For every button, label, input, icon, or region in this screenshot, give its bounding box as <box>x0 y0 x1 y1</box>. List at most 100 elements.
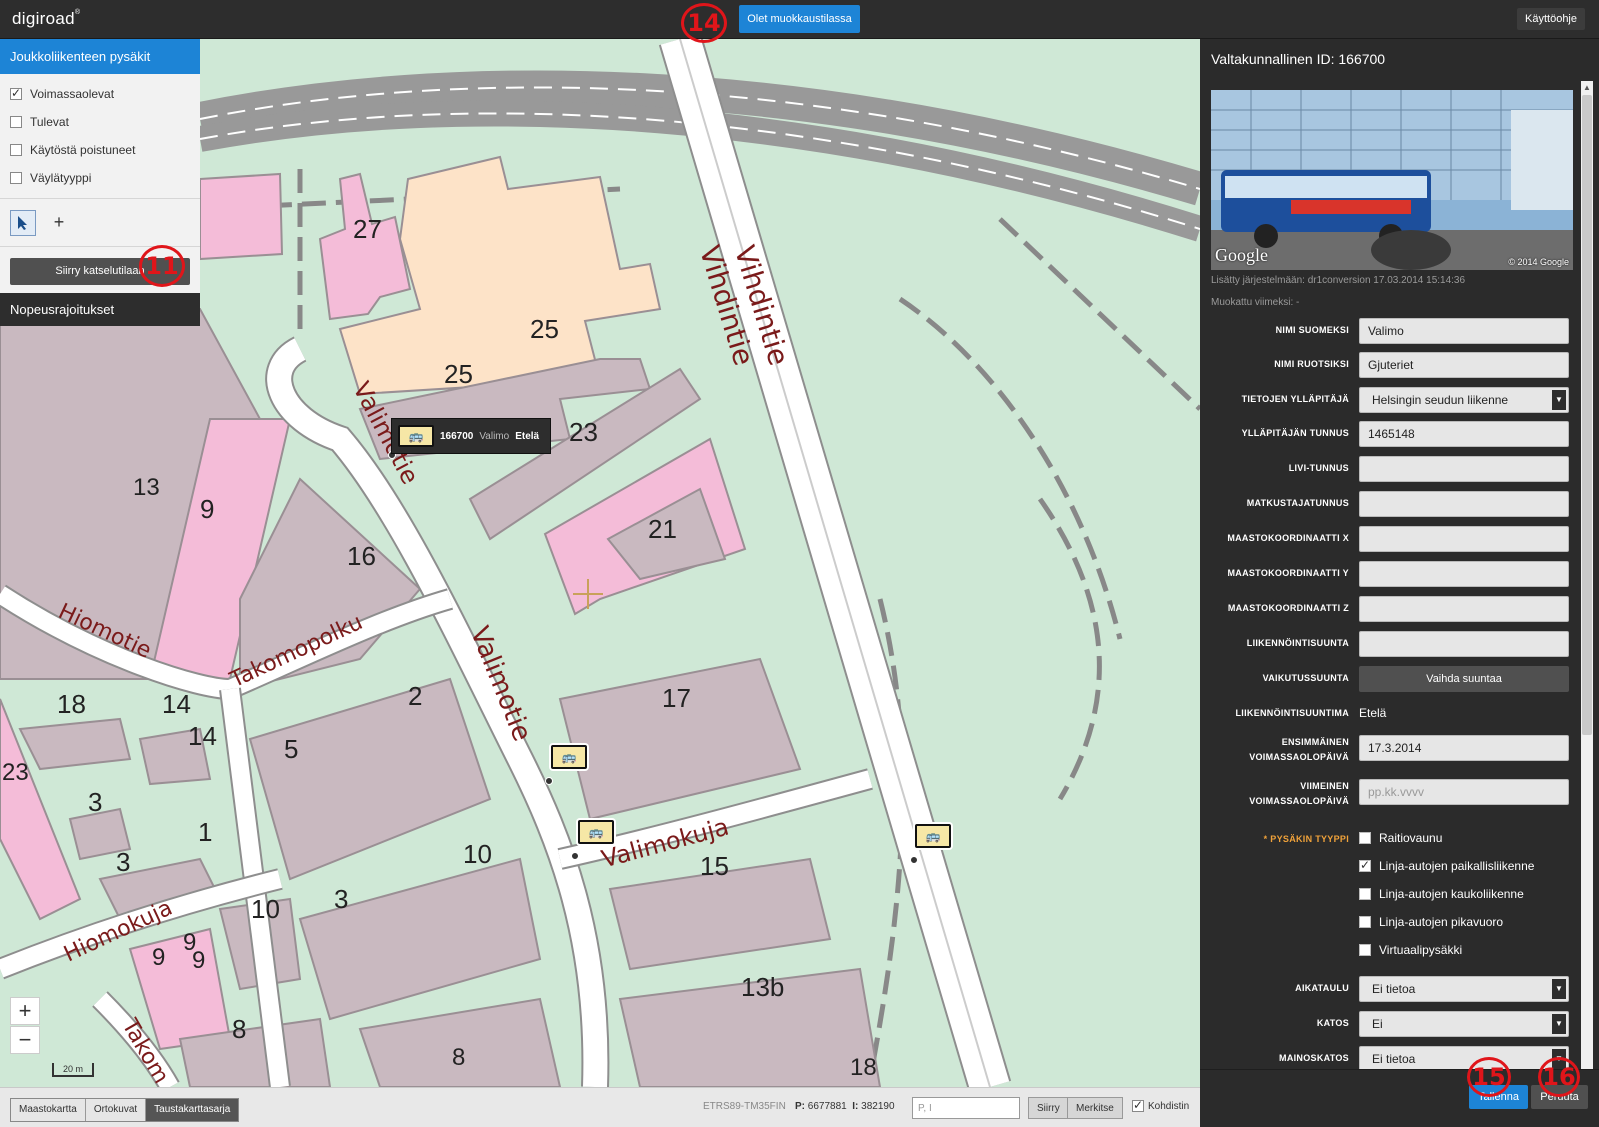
option-label: Linja-autojen pikavuoro <box>1379 915 1504 929</box>
option-label: Virtuaalipysäkki <box>1379 943 1463 957</box>
select-arrow-icon[interactable] <box>10 209 36 236</box>
house-number: 16 <box>347 541 376 571</box>
move-to-button[interactable]: Siirry <box>1028 1097 1069 1119</box>
stop-type-option[interactable]: Linja-autojen pikavuoro <box>1359 915 1503 929</box>
select-value: Ei tietoa <box>1372 1052 1416 1066</box>
checkbox[interactable] <box>10 86 22 100</box>
stop-name: Valimo <box>479 430 510 442</box>
house-number: 9 <box>192 947 206 974</box>
basemap-background-button[interactable]: Taustakarttasarja <box>146 1099 239 1121</box>
chevron-down-icon[interactable]: ▼ <box>1552 1014 1566 1034</box>
coord-y-input[interactable] <box>1359 561 1569 587</box>
stop-type-option[interactable]: Linja-autojen kaukoliikenne <box>1359 887 1524 901</box>
house-number: 10 <box>463 839 492 869</box>
coord-p-label: P: <box>795 1101 805 1112</box>
chevron-down-icon[interactable]: ▼ <box>1552 390 1566 410</box>
basemap-switcher: Maastokartta Ortokuvat Taustakarttasarja <box>10 1098 240 1122</box>
checkbox[interactable] <box>1132 1098 1144 1112</box>
last-valid-date-input[interactable]: pp.kk.vvvv <box>1359 779 1569 805</box>
layer-filter-list: Voimassaolevat Tulevat Käytöstä poistune… <box>0 74 200 198</box>
stop-dot <box>571 852 579 860</box>
house-number: 13 <box>133 474 160 501</box>
field-label: * PYSÄKIN TYYPPI <box>1189 832 1349 847</box>
layer-filter-label: Voimassaolevat <box>30 87 115 101</box>
house-number: 25 <box>530 314 559 344</box>
passenger-id-input[interactable] <box>1359 491 1569 517</box>
layer-filter-road-type[interactable]: Väylätyyppi <box>0 164 200 192</box>
scroll-up-icon[interactable]: ▲ <box>1583 83 1591 92</box>
name-sv-input[interactable]: Gjuteriet <box>1359 352 1569 378</box>
add-point-icon[interactable]: + <box>46 210 72 236</box>
checkbox[interactable] <box>10 172 22 184</box>
field-label-text: PYSÄKIN TYYPPI <box>1270 834 1349 844</box>
first-valid-date-input[interactable]: 17.3.2014 <box>1359 735 1569 761</box>
stop-type-option[interactable]: Virtuaalipysäkki <box>1359 943 1462 957</box>
maintainer-select[interactable]: Helsingin seudun liikenne ▼ <box>1359 387 1569 413</box>
bus-stop-icon[interactable]: 🚌 <box>915 824 951 848</box>
edit-mode-indicator[interactable]: Olet muokkaustilassa <box>739 5 860 33</box>
top-bar: digiroad® Olet muokkaustilassa Käyttöohj… <box>0 0 1599 39</box>
crosshair-toggle[interactable]: Kohdistin <box>1132 1098 1189 1112</box>
help-button[interactable]: Käyttöohje <box>1517 8 1585 30</box>
speed-limits-layer[interactable]: Nopeusrajoitukset <box>0 293 200 326</box>
scale-bar: 20 m <box>52 1063 94 1077</box>
basemap-terrain-button[interactable]: Maastokartta <box>11 1099 86 1121</box>
stop-type-option[interactable]: Raitiovaunu <box>1359 831 1442 845</box>
house-number: 27 <box>353 214 382 244</box>
callout-marker: 15 <box>1467 1057 1511 1097</box>
layer-filter-removed[interactable]: Käytöstä poistuneet <box>0 136 200 164</box>
logo-mark: ® <box>74 9 81 16</box>
stop-direction: Etelä <box>515 430 540 442</box>
maintainer-id-input[interactable]: 1465148 <box>1359 421 1569 447</box>
name-fi-input[interactable]: Valimo <box>1359 318 1569 344</box>
traffic-direction-input[interactable] <box>1359 631 1569 657</box>
house-number: 2 <box>408 681 423 711</box>
stop-type-option[interactable]: Linja-autojen paikallisliikenne <box>1359 858 1535 873</box>
bus-stop-icon[interactable]: 🚌 <box>578 820 614 844</box>
layer-filter-valid[interactable]: Voimassaolevat <box>0 80 200 108</box>
field-label: MAASTOKOORDINAATTI Z <box>1227 603 1349 613</box>
coord-z-input[interactable] <box>1359 596 1569 622</box>
checkbox[interactable] <box>1359 888 1371 900</box>
field-label: LIIKENNÖINTISUUNTIMA <box>1235 708 1349 718</box>
zoom-out-button[interactable]: − <box>10 1026 40 1054</box>
streetview-image[interactable]: Google © 2014 Google <box>1211 90 1573 270</box>
checkbox[interactable] <box>10 116 22 128</box>
checkbox[interactable] <box>1359 944 1371 956</box>
selected-stop-label[interactable]: 🚌 166700 Valimo Etelä <box>391 418 551 454</box>
stop-dot <box>910 856 918 864</box>
callout-marker: 11 <box>139 245 185 287</box>
field-label: NIMI RUOTSIKSI <box>1274 359 1349 369</box>
basemap-ortho-button[interactable]: Ortokuvat <box>85 1099 147 1121</box>
checkbox[interactable] <box>10 144 22 156</box>
scrollbar-thumb[interactable] <box>1582 95 1592 735</box>
chevron-down-icon[interactable]: ▼ <box>1552 979 1566 999</box>
house-number: 3 <box>88 787 103 817</box>
timetable-select[interactable]: Ei tietoa ▼ <box>1359 976 1569 1002</box>
checkbox[interactable] <box>1359 916 1371 928</box>
checkbox[interactable] <box>1359 832 1371 844</box>
bus-stop-icon[interactable]: 🚌 <box>551 745 587 769</box>
coord-x-input[interactable] <box>1359 526 1569 552</box>
coordinate-input[interactable] <box>912 1097 1020 1119</box>
house-number: 3 <box>334 884 349 914</box>
shelter-select[interactable]: Ei ▼ <box>1359 1011 1569 1037</box>
bottom-toolbar: Maastokartta Ortokuvat Taustakarttasarja… <box>0 1087 1200 1127</box>
required-mark: * <box>1263 834 1268 844</box>
house-number: 15 <box>700 851 729 881</box>
option-label: Linja-autojen paikallisliikenne <box>1379 859 1535 873</box>
panel-scrollbar[interactable]: ▲ ▼ <box>1581 81 1593 1081</box>
house-number: 9 <box>152 944 166 971</box>
livi-id-input[interactable] <box>1359 456 1569 482</box>
coord-i-value: 382190 <box>861 1101 895 1112</box>
national-id-title: Valtakunnallinen ID: 166700 <box>1211 51 1386 67</box>
stop-dot <box>545 777 553 785</box>
layer-filter-upcoming[interactable]: Tulevat <box>0 108 200 136</box>
layer-title[interactable]: Joukkoliikenteen pysäkit <box>0 39 200 74</box>
change-direction-button[interactable]: Vaihda suuntaa <box>1359 666 1569 692</box>
zoom-in-button[interactable]: + <box>10 997 40 1025</box>
field-label: YLLÄPITÄJÄN TUNNUS <box>1241 428 1349 438</box>
checkbox[interactable] <box>1359 858 1371 872</box>
house-number: 1 <box>198 817 213 847</box>
mark-button[interactable]: Merkitse <box>1067 1097 1123 1119</box>
